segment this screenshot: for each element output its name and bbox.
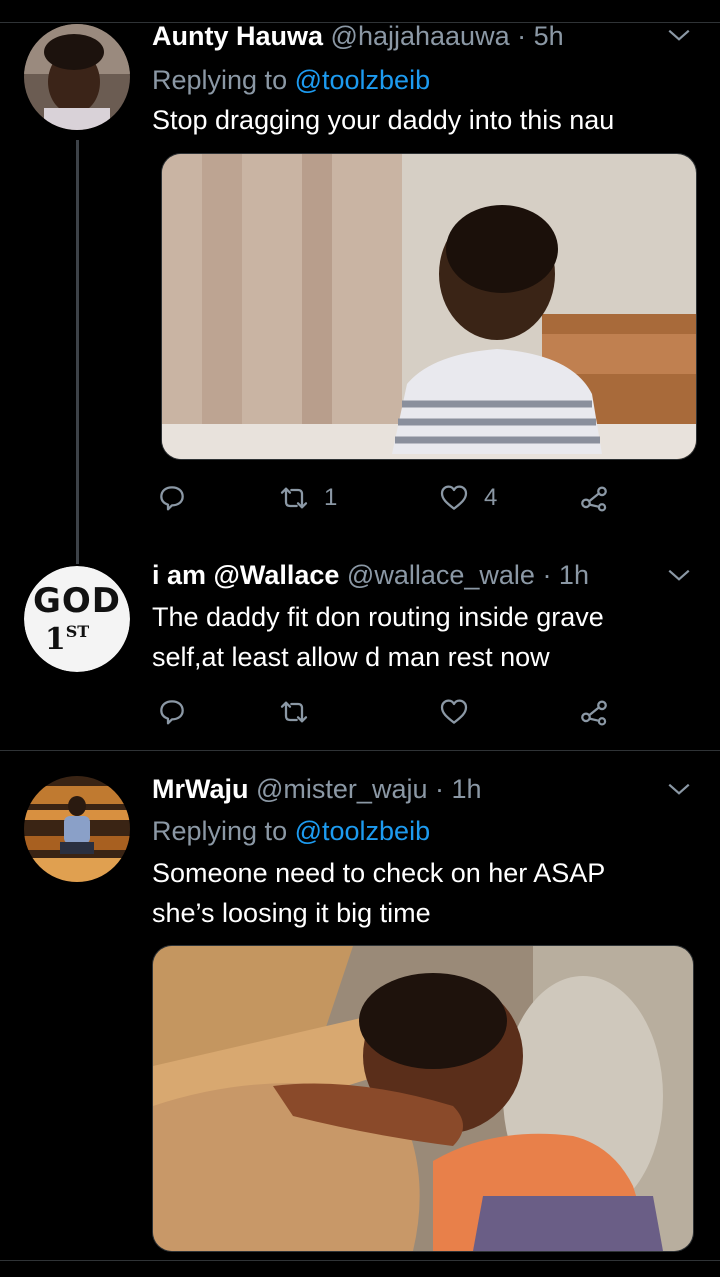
heart-icon: [440, 699, 468, 724]
tweet-header: MrWaju @mister_waju · 1h: [152, 773, 697, 805]
retweet-icon: [280, 487, 308, 509]
retweet-icon: [280, 701, 308, 723]
reply-icon: [160, 486, 184, 511]
chevron-down-icon[interactable]: [666, 776, 692, 802]
like-button[interactable]: 4: [438, 478, 497, 518]
reply-mention-link[interactable]: @toolzbeib: [295, 816, 431, 846]
share-icon: [581, 700, 607, 726]
tweet-header: i am @Wallace @wallace_wale · 1h: [152, 559, 697, 591]
chevron-down-icon[interactable]: [666, 22, 692, 48]
retweet-count: 1: [324, 484, 338, 511]
user-handle[interactable]: @hajjahaauwa: [331, 21, 510, 51]
share-icon: [581, 486, 607, 512]
avatar-text-god: GOD: [32, 581, 122, 621]
bottom-divider: [0, 1260, 720, 1261]
tweet-header: Aunty Hauwa @hajjahaauwa · 5h: [152, 20, 697, 52]
like-count: 4: [484, 484, 498, 511]
avatar[interactable]: GOD 1ST: [24, 566, 130, 672]
tweet-image[interactable]: [152, 945, 694, 1252]
user-handle[interactable]: @wallace_wale: [347, 560, 535, 590]
thread-line: [76, 140, 79, 564]
share-button[interactable]: [578, 478, 610, 518]
heart-icon: [440, 485, 468, 510]
reply-button[interactable]: [156, 478, 188, 518]
avatar-text-1: 1: [44, 622, 66, 657]
reply-mention-link[interactable]: @toolzbeib: [295, 65, 431, 95]
retweet-button[interactable]: 1: [278, 478, 337, 518]
timestamp[interactable]: · 1h: [542, 560, 589, 590]
avatar[interactable]: [24, 24, 130, 130]
tweet-divider: [0, 750, 720, 751]
timestamp[interactable]: · 1h: [435, 774, 482, 804]
tweet-text-line-1: The daddy fit don routing inside grave: [152, 602, 604, 632]
tweet-text: Stop dragging your daddy into this nau: [152, 105, 615, 135]
avatar[interactable]: [24, 776, 130, 882]
timestamp[interactable]: · 5h: [517, 21, 564, 51]
like-button[interactable]: [438, 692, 470, 732]
tweet-actions: 1 4: [152, 478, 622, 518]
tweet-actions: [152, 692, 622, 732]
replying-to: Replying to @toolzbeib: [152, 65, 431, 95]
tweet-text-line-1: Someone need to check on her ASAP: [152, 858, 606, 888]
user-handle[interactable]: @mister_waju: [256, 774, 427, 804]
tweet-image[interactable]: [161, 153, 697, 460]
display-name[interactable]: i am @Wallace: [152, 560, 339, 590]
retweet-button[interactable]: [278, 692, 310, 732]
replying-to: Replying to @toolzbeib: [152, 816, 431, 846]
tweet-text-line-2: she’s loosing it big time: [152, 898, 431, 928]
display-name[interactable]: MrWaju: [152, 774, 249, 804]
tweet-text-line-2: self,at least allow d man rest now: [152, 642, 550, 672]
avatar-text-st: ST: [65, 622, 90, 641]
reply-icon: [160, 700, 184, 725]
reply-button[interactable]: [156, 692, 188, 732]
display-name[interactable]: Aunty Hauwa: [152, 21, 323, 51]
chevron-down-icon[interactable]: [666, 562, 692, 588]
share-button[interactable]: [578, 692, 610, 732]
